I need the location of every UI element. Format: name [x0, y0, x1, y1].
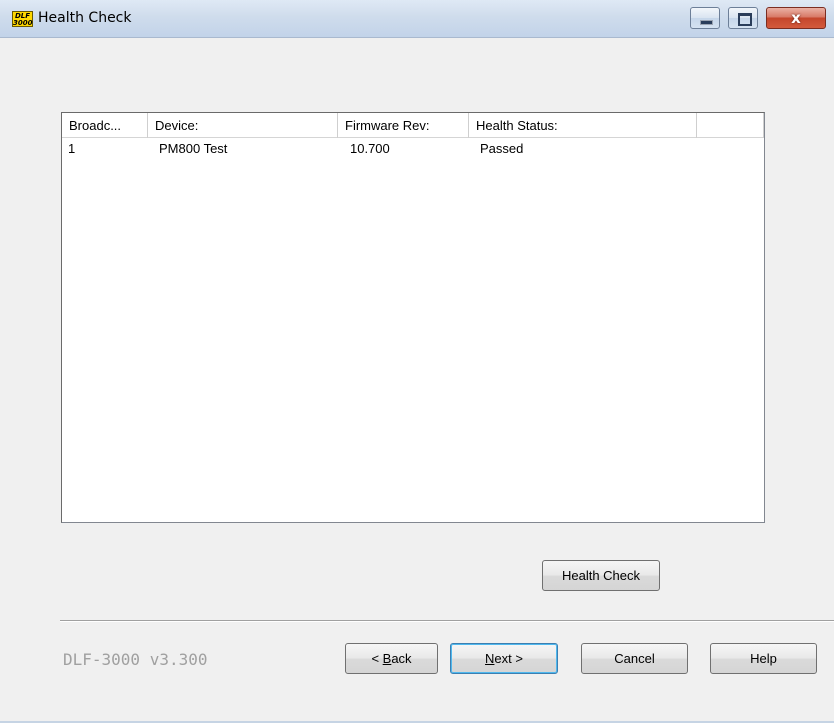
device-list[interactable]: Broadc... Device: Firmware Rev: Health S… — [61, 112, 765, 523]
next-rest: ext > — [494, 651, 523, 666]
dlf-app-icon: DLF 3000 — [12, 11, 33, 27]
title-bar[interactable]: DLF 3000 Health Check x — [0, 0, 834, 38]
cell-health-status: Passed — [480, 141, 524, 156]
version-label: DLF-3000 v3.300 — [63, 650, 208, 669]
maximize-button[interactable] — [728, 7, 758, 29]
column-device[interactable]: Device: — [148, 113, 338, 138]
next-mnemonic: N — [485, 651, 495, 666]
column-broadcast[interactable]: Broadc... — [62, 113, 148, 138]
back-prefix: < — [371, 651, 383, 666]
column-empty[interactable] — [697, 113, 764, 138]
column-health-status[interactable]: Health Status: — [469, 113, 697, 138]
list-item[interactable]: 1 PM800 Test 10.700 Passed — [62, 140, 764, 158]
next-button[interactable]: Next > — [450, 643, 558, 674]
app-icon-text: DLF 3000 — [13, 12, 33, 27]
cell-device: PM800 Test — [159, 141, 228, 156]
cell-firmware-rev: 10.700 — [350, 141, 390, 156]
help-button[interactable]: Help — [710, 643, 817, 674]
list-header: Broadc... Device: Firmware Rev: Health S… — [62, 113, 764, 138]
cancel-button[interactable]: Cancel — [581, 643, 688, 674]
window-title: Health Check — [38, 10, 132, 26]
minimize-button[interactable] — [690, 7, 720, 29]
close-button[interactable]: x — [766, 7, 826, 29]
health-check-button[interactable]: Health Check — [542, 560, 660, 591]
column-firmware-rev[interactable]: Firmware Rev: — [338, 113, 469, 138]
close-icon: x — [791, 9, 801, 27]
footer-separator — [60, 620, 834, 622]
back-rest: ack — [391, 651, 412, 666]
back-button[interactable]: < Back — [345, 643, 438, 674]
cell-broadcast: 1 — [68, 141, 76, 156]
